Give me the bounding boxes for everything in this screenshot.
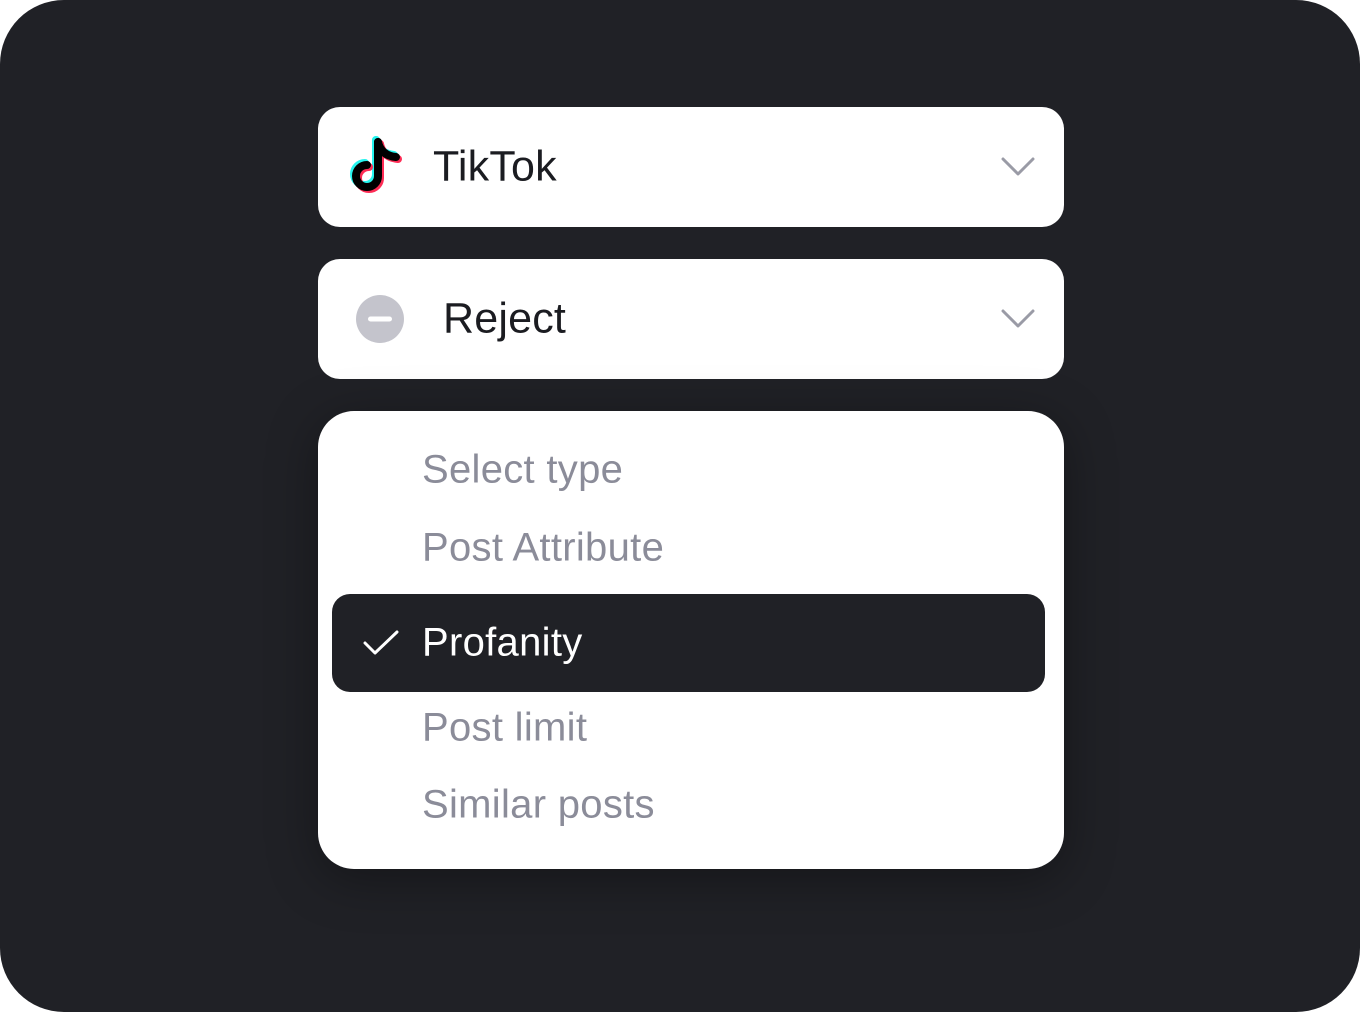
platform-select[interactable]: TikTok xyxy=(318,107,1064,227)
tiktok-logo-icon xyxy=(350,136,402,193)
type-dropdown-menu: Select type Post Attribute Profanity Pos… xyxy=(318,411,1064,869)
menu-item-similar-posts[interactable]: Similar posts xyxy=(332,766,1045,844)
minus-circle-icon xyxy=(356,295,404,343)
action-select-value: Reject xyxy=(443,294,567,343)
menu-item-select-type[interactable]: Select type xyxy=(332,431,1045,509)
app-frame: TikTok Reject Select type Post Attribute… xyxy=(0,0,1360,1012)
menu-item-post-attribute[interactable]: Post Attribute xyxy=(332,509,1045,587)
check-icon xyxy=(363,630,399,655)
platform-select-value: TikTok xyxy=(433,142,557,191)
menu-item-label: Profanity xyxy=(422,620,583,665)
menu-item-label: Post Attribute xyxy=(422,525,665,570)
menu-item-label: Post limit xyxy=(422,705,588,750)
chevron-down-icon[interactable] xyxy=(1000,308,1036,330)
chevron-down-icon[interactable] xyxy=(1000,156,1036,178)
menu-item-profanity[interactable]: Profanity xyxy=(332,594,1045,692)
menu-item-post-limit[interactable]: Post limit xyxy=(332,689,1045,767)
action-select[interactable]: Reject xyxy=(318,259,1064,379)
menu-item-label: Select type xyxy=(422,447,624,492)
menu-item-label: Similar posts xyxy=(422,782,655,827)
